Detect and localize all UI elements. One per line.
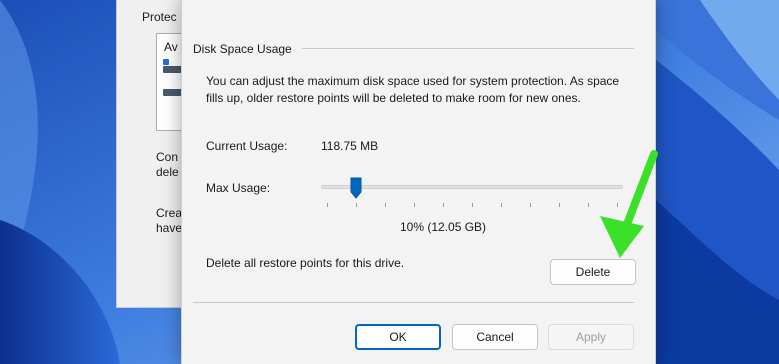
max-usage-slider-thumb[interactable] <box>350 177 362 199</box>
max-usage-slider-track[interactable] <box>321 185 623 189</box>
drive-icon <box>163 66 183 73</box>
slider-tick <box>559 203 560 207</box>
max-usage-value: 10% (12.05 GB) <box>400 220 487 234</box>
background-protection-tab-label: Protec <box>142 10 177 24</box>
slider-tick <box>414 203 415 207</box>
annotation-arrow-icon <box>600 150 658 258</box>
drive-icon <box>163 89 183 96</box>
disk-space-description: You can adjust the maximum disk space us… <box>206 74 620 105</box>
background-configure-text: Con <box>156 150 179 164</box>
max-usage-label: Max Usage: <box>206 181 271 195</box>
background-configure-text-2: dele <box>156 165 179 179</box>
slider-tick <box>530 203 531 207</box>
background-create-text-2: have <box>156 221 183 235</box>
slider-tick <box>327 203 328 207</box>
delete-restore-points-text: Delete all restore points for this drive… <box>206 256 405 270</box>
current-usage-value: 118.75 MB <box>321 139 379 153</box>
ok-button[interactable]: OK <box>355 324 441 350</box>
apply-button[interactable]: Apply <box>548 324 634 350</box>
slider-tick <box>472 203 473 207</box>
cancel-button[interactable]: Cancel <box>452 324 538 350</box>
background-create-text: Crea <box>156 206 183 220</box>
slider-tick <box>588 203 589 207</box>
slider-tick <box>385 203 386 207</box>
slider-tick <box>443 203 444 207</box>
drive-icon <box>163 59 169 65</box>
slider-tick <box>501 203 502 207</box>
current-usage-label: Current Usage: <box>206 139 288 153</box>
background-list-header: Av <box>164 40 178 54</box>
slider-tick <box>356 203 357 207</box>
group-divider <box>302 48 634 49</box>
disk-space-usage-heading: Disk Space Usage <box>193 42 292 56</box>
footer-divider <box>193 302 634 303</box>
